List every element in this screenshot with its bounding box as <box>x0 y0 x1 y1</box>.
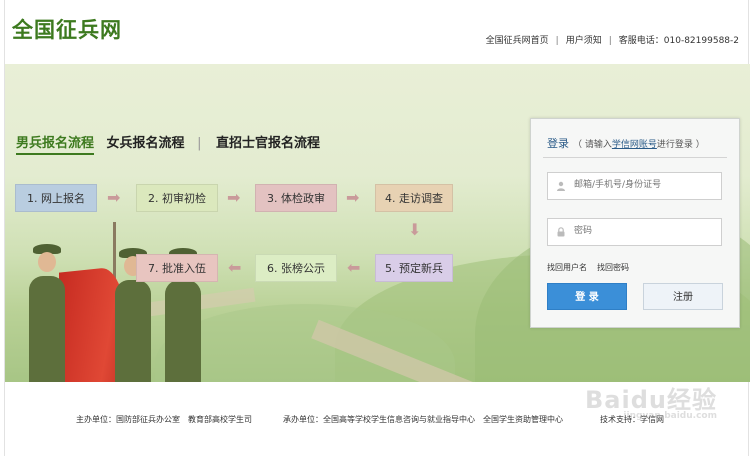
hint-prefix: （ 请输入 <box>573 140 612 150</box>
step-initial-check: 2. 初审初检 <box>136 184 218 212</box>
baidu-watermark: Baidu经验 jingyan.baidu.com <box>585 380 717 421</box>
top-links: 全国征兵网首页 | 用户须知 | 客服电话：010-82199588-2 <box>486 33 739 46</box>
process-tabs: 男兵报名流程 女兵报名流程 | 直招士官报名流程 <box>16 132 328 155</box>
tab-male-process[interactable]: 男兵报名流程 <box>16 132 95 155</box>
recovery-links: 找回用户名 找回密码 <box>547 262 639 273</box>
forgot-password-link[interactable]: 找回密码 <box>597 263 629 272</box>
arrow-left-icon: ⬅ <box>347 258 361 277</box>
step-reserve-recruit: 5. 预定新兵 <box>375 254 453 282</box>
arrow-down-icon: ⬇ <box>408 220 422 239</box>
soldier-figure <box>165 248 201 382</box>
arrow-right-icon: ➡ <box>227 188 241 207</box>
step-approve-enlist: 7. 批准入伍 <box>136 254 218 282</box>
soldiers-illustration <box>15 222 215 382</box>
tab-female-process[interactable]: 女兵报名流程 <box>107 132 185 151</box>
hint-suffix: 进行登录 ） <box>656 140 705 150</box>
password-input[interactable] <box>572 225 716 237</box>
service-phone: 客服电话：010-82199588-2 <box>618 36 739 46</box>
step-physical-political-check: 3. 体检政审 <box>255 184 337 212</box>
login-heading: 登录 <box>547 137 569 150</box>
login-title: 登录 （ 请输入学信网账号进行登录 ） <box>547 135 705 151</box>
soldier-figure <box>115 248 151 382</box>
soldier-figure <box>29 244 65 382</box>
step-online-registration: 1. 网上报名 <box>15 184 97 212</box>
user-notice-link[interactable]: 用户须知 <box>566 36 602 46</box>
forgot-username-link[interactable]: 找回用户名 <box>547 263 587 272</box>
username-field[interactable] <box>547 172 722 200</box>
step-public-notice: 6. 张榜公示 <box>255 254 337 282</box>
login-hint: （ 请输入学信网账号进行登录 ） <box>573 140 705 150</box>
user-icon <box>557 181 565 191</box>
footer-organizer: 承办单位：全国高等学校学生信息咨询与就业指导中心 全国学生资助管理中心 <box>283 415 563 424</box>
header: 全国征兵网 全国征兵网首页 | 用户须知 | 客服电话：010-82199588-2 <box>0 0 753 64</box>
divider <box>543 157 727 158</box>
login-button[interactable]: 登 录 <box>547 283 627 310</box>
password-field[interactable] <box>547 218 722 246</box>
arrow-left-icon: ⬅ <box>228 258 242 277</box>
site-logo[interactable]: 全国征兵网 <box>12 14 122 44</box>
tab-separator: | <box>197 136 202 151</box>
arrow-right-icon: ➡ <box>107 188 121 207</box>
arrow-right-icon: ➡ <box>346 188 360 207</box>
footer-sponsor: 主办单位：国防部征兵办公室 教育部高校学生司 <box>76 415 252 424</box>
step-visit-survey: 4. 走访调查 <box>375 184 453 212</box>
separator: | <box>555 36 559 46</box>
username-input[interactable] <box>572 179 716 191</box>
login-panel: 登录 （ 请输入学信网账号进行登录 ） 找回用户名 找回密码 登 录 注册 <box>530 118 740 328</box>
xuexin-account-link[interactable]: 学信网账号 <box>612 140 657 150</box>
tab-sergeant-process[interactable]: 直招士官报名流程 <box>216 132 320 151</box>
lock-icon <box>557 227 565 237</box>
register-button[interactable]: 注册 <box>643 283 723 310</box>
separator: | <box>608 36 612 46</box>
home-link[interactable]: 全国征兵网首页 <box>486 36 549 46</box>
watermark-main: Baidu经验 <box>585 386 717 414</box>
